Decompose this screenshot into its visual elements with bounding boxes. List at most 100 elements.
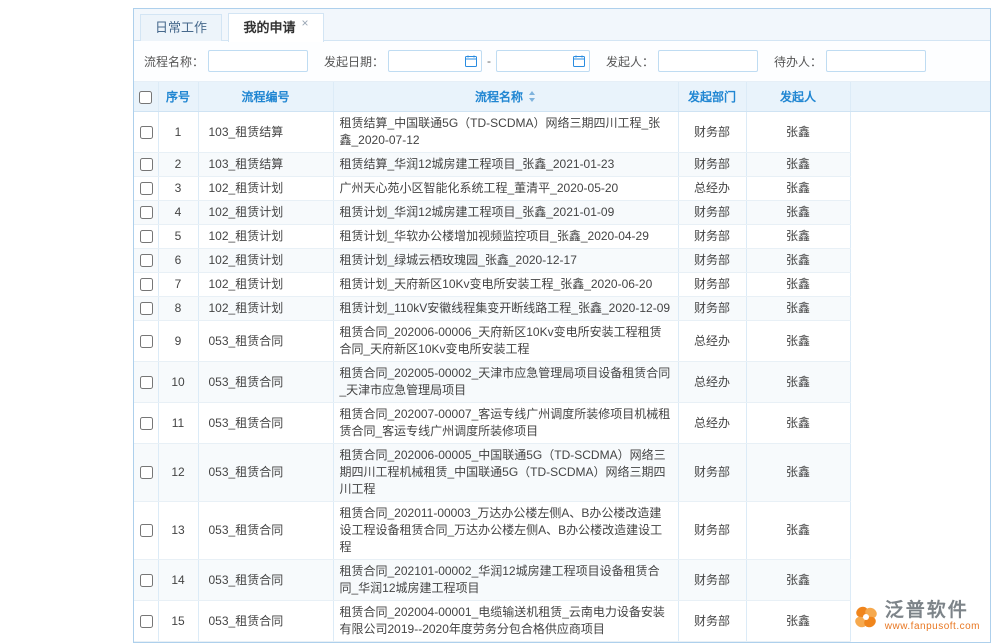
row-checkbox[interactable] [140, 417, 153, 430]
process-name-input[interactable] [208, 50, 308, 72]
row-checkbox[interactable] [140, 466, 153, 479]
tab-my-applications-label: 我的申请 [243, 20, 295, 35]
initiator-input[interactable] [658, 50, 758, 72]
tab-my-applications[interactable]: 我的申请 × [228, 13, 323, 42]
col-header-initiator: 发起人 [746, 82, 850, 112]
calendar-icon[interactable] [465, 55, 477, 67]
table-row[interactable]: 1 103_租赁结算 租赁结算_中国联通5G（TD-SCDMA）网络三期四川工程… [134, 112, 990, 153]
table-row[interactable]: 11 053_租赁合同 租赁合同_202007-00007_客运专线广州调度所装… [134, 403, 990, 444]
table-row[interactable]: 10 053_租赁合同 租赁合同_202005-00002_天津市应急管理局项目… [134, 362, 990, 403]
table-row[interactable]: 8 102_租赁计划 租赁计划_110kV安徽线程集变开断线路工程_张鑫_202… [134, 297, 990, 321]
row-checkbox[interactable] [140, 206, 153, 219]
row-checkbox[interactable] [140, 278, 153, 291]
table-row[interactable]: 6 102_租赁计划 租赁计划_绿城云栖玫瑰园_张鑫_2020-12-17 财务… [134, 249, 990, 273]
row-select-cell [134, 225, 158, 249]
row-initiator: 张鑫 [746, 297, 850, 321]
row-checkbox[interactable] [140, 615, 153, 628]
row-dept: 财务部 [678, 444, 746, 502]
table-row[interactable]: 9 053_租赁合同 租赁合同_202006-00006_天府新区10Kv变电所… [134, 321, 990, 362]
row-dept: 财务部 [678, 297, 746, 321]
row-dept: 总经办 [678, 403, 746, 444]
row-code: 102_租赁计划 [198, 273, 333, 297]
row-name: 租赁结算_中国联通5G（TD-SCDMA）网络三期四川工程_张鑫_2020-07… [333, 112, 678, 153]
row-code: 102_租赁计划 [198, 177, 333, 201]
brand-site: www.fanpusoft.com [885, 621, 980, 632]
filter-process-name: 流程名称： [144, 50, 308, 72]
row-select-cell [134, 249, 158, 273]
table-header-row: 序号 流程编号 流程名称 发起部门 发起人 [134, 82, 990, 112]
row-dept: 财务部 [678, 502, 746, 560]
sort-icon[interactable] [528, 91, 536, 102]
row-checkbox[interactable] [140, 230, 153, 243]
row-initiator: 张鑫 [746, 201, 850, 225]
col-header-name-label: 流程名称 [475, 90, 523, 104]
row-empty-cell [850, 273, 990, 297]
row-name: 租赁计划_华润12城房建工程项目_张鑫_2021-01-09 [333, 201, 678, 225]
row-dept: 财务部 [678, 225, 746, 249]
row-empty-cell [850, 502, 990, 560]
select-all-checkbox[interactable] [139, 91, 152, 104]
row-empty-cell [850, 403, 990, 444]
table-row[interactable]: 3 102_租赁计划 广州天心苑小区智能化系统工程_董清平_2020-05-20… [134, 177, 990, 201]
row-initiator: 张鑫 [746, 153, 850, 177]
row-checkbox[interactable] [140, 574, 153, 587]
row-checkbox[interactable] [140, 524, 153, 537]
col-header-empty [850, 82, 990, 112]
tab-bar: 日常工作 我的申请 × [134, 9, 990, 41]
row-checkbox[interactable] [140, 158, 153, 171]
col-header-name[interactable]: 流程名称 [333, 82, 678, 112]
row-index: 15 [158, 601, 198, 642]
row-checkbox[interactable] [140, 126, 153, 139]
row-code: 053_租赁合同 [198, 601, 333, 642]
filter-start-date: 发起日期： - [324, 50, 590, 72]
table-row[interactable]: 14 053_租赁合同 租赁合同_202101-00002_华润12城房建工程项… [134, 560, 990, 601]
row-select-cell [134, 201, 158, 225]
assignee-input[interactable] [826, 50, 926, 72]
row-empty-cell [850, 201, 990, 225]
row-empty-cell [850, 297, 990, 321]
calendar-icon[interactable] [573, 55, 585, 67]
row-checkbox[interactable] [140, 335, 153, 348]
table-row[interactable]: 12 053_租赁合同 租赁合同_202006-00005_中国联通5G（TD-… [134, 444, 990, 502]
row-checkbox[interactable] [140, 302, 153, 315]
row-index: 1 [158, 112, 198, 153]
row-empty-cell [850, 153, 990, 177]
row-name: 租赁合同_202005-00002_天津市应急管理局项目设备租赁合同_天津市应急… [333, 362, 678, 403]
row-checkbox[interactable] [140, 182, 153, 195]
row-dept: 财务部 [678, 153, 746, 177]
row-index: 8 [158, 297, 198, 321]
row-name: 租赁计划_天府新区10Kv变电所安装工程_张鑫_2020-06-20 [333, 273, 678, 297]
row-dept: 总经办 [678, 321, 746, 362]
table-row[interactable]: 2 103_租赁结算 租赁结算_华润12城房建工程项目_张鑫_2021-01-2… [134, 153, 990, 177]
close-icon[interactable]: × [301, 16, 308, 30]
table-row[interactable]: 5 102_租赁计划 租赁计划_华软办公楼增加视频监控项目_张鑫_2020-04… [134, 225, 990, 249]
row-index: 13 [158, 502, 198, 560]
table-row[interactable]: 4 102_租赁计划 租赁计划_华润12城房建工程项目_张鑫_2021-01-0… [134, 201, 990, 225]
row-index: 3 [158, 177, 198, 201]
row-initiator: 张鑫 [746, 273, 850, 297]
row-initiator: 张鑫 [746, 249, 850, 273]
row-empty-cell [850, 321, 990, 362]
row-empty-cell [850, 444, 990, 502]
row-empty-cell [850, 112, 990, 153]
col-header-code: 流程编号 [198, 82, 333, 112]
row-name: 租赁合同_202011-00003_万达办公楼左侧A、B办公楼改造建设工程设备租… [333, 502, 678, 560]
row-checkbox[interactable] [140, 376, 153, 389]
table-row[interactable]: 7 102_租赁计划 租赁计划_天府新区10Kv变电所安装工程_张鑫_2020-… [134, 273, 990, 297]
row-index: 9 [158, 321, 198, 362]
start-date-label: 发起日期： [324, 53, 384, 70]
tab-daily-work[interactable]: 日常工作 [140, 14, 222, 41]
row-name: 租赁合同_202004-00001_电缆输送机租赁_云南电力设备安装有限公司20… [333, 601, 678, 642]
table-row[interactable]: 13 053_租赁合同 租赁合同_202011-00003_万达办公楼左侧A、B… [134, 502, 990, 560]
row-code: 102_租赁计划 [198, 201, 333, 225]
row-code: 053_租赁合同 [198, 362, 333, 403]
date-to-wrap [496, 50, 590, 72]
row-code: 053_租赁合同 [198, 560, 333, 601]
row-initiator: 张鑫 [746, 177, 850, 201]
row-select-cell [134, 112, 158, 153]
row-checkbox[interactable] [140, 254, 153, 267]
applications-table: 序号 流程编号 流程名称 发起部门 发起人 1 103_租赁结算 租赁结算_中国… [134, 82, 990, 642]
row-code: 102_租赁计划 [198, 297, 333, 321]
assignee-label: 待办人： [774, 53, 822, 70]
initiator-label: 发起人： [606, 53, 654, 70]
